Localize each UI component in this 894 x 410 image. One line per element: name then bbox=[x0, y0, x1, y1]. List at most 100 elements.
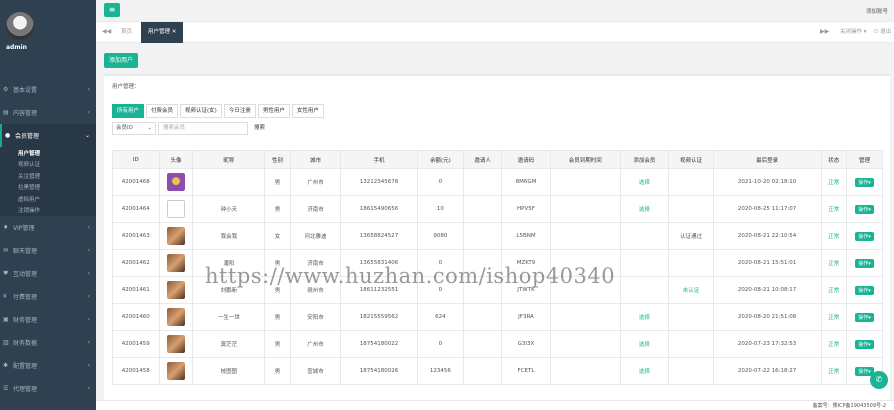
filter-all-users[interactable]: 所有用户 bbox=[112, 104, 145, 118]
cell-last-login: 2020-08-21 10:08:17 bbox=[712, 276, 822, 304]
cell-phone: 18754180026 bbox=[340, 357, 418, 385]
user-avatar[interactable] bbox=[166, 308, 185, 326]
user-avatar[interactable] bbox=[166, 335, 185, 353]
sidebar-item-members[interactable]: ● 会员管理 ⌄ bbox=[0, 124, 96, 147]
sidebar: admin ⚙ 基本设置 ‹ ▤ 内容管理 ‹ ● 会员管理 ⌄ 用户管理 视频认证 关注管… bbox=[0, 0, 96, 410]
sidebar-item-finance[interactable]: ▣ 财务管理 ‹ bbox=[0, 308, 96, 331]
user-avatar[interactable] bbox=[166, 281, 185, 299]
cell-nickname: 钟小天 bbox=[192, 195, 266, 223]
cell-add-member-link[interactable] bbox=[619, 249, 670, 277]
tabs-scroll-left-icon[interactable]: ◀◀ bbox=[102, 28, 111, 35]
submenu-follow[interactable]: 关注管理 bbox=[0, 170, 96, 182]
col-status: 状态 bbox=[820, 150, 847, 169]
cell-avatar bbox=[158, 330, 194, 358]
filter-video-verified[interactable]: 视频认证(女) bbox=[180, 104, 222, 118]
search-field-select[interactable]: 会员ID ⌄ bbox=[112, 122, 156, 135]
row-actions-dropdown[interactable]: 操作▾ bbox=[855, 312, 874, 322]
submenu-user-management[interactable]: 用户管理 bbox=[0, 147, 96, 159]
cell-id: 42001462 bbox=[112, 249, 160, 277]
filter-male-users[interactable]: 男性用户 bbox=[257, 104, 290, 118]
row-actions-dropdown[interactable]: 操作▾ bbox=[855, 339, 874, 349]
sidebar-item-basic-settings[interactable]: ⚙ 基本设置 ‹ bbox=[0, 78, 96, 101]
row-actions-dropdown[interactable]: 操作▾ bbox=[855, 258, 874, 268]
col-add-member: 添加会员 bbox=[619, 150, 670, 169]
cell-video-auth bbox=[668, 303, 714, 331]
top-right-link[interactable]: 添加账号 bbox=[866, 7, 888, 15]
cell-status[interactable]: 正常 bbox=[820, 195, 847, 223]
footer: 备案号：豫ICP备19043509号-2 bbox=[96, 400, 894, 410]
cell-manage: 操作▾ bbox=[845, 249, 884, 277]
cell-status[interactable]: 正常 bbox=[820, 222, 847, 250]
chat-float-button[interactable]: ✆ bbox=[870, 371, 888, 389]
user-avatar[interactable] bbox=[166, 362, 185, 380]
cell-balance: 624 bbox=[416, 303, 465, 331]
search-button[interactable]: 搜索 bbox=[248, 122, 271, 135]
row-actions-dropdown[interactable]: 操作▾ bbox=[855, 204, 874, 214]
row-actions-dropdown[interactable]: 操作▾ bbox=[855, 231, 874, 241]
filter-female-users[interactable]: 女性用户 bbox=[291, 104, 324, 118]
sidebar-item-finance-data[interactable]: ▥ 财务数据 ‹ bbox=[0, 331, 96, 354]
cell-avatar bbox=[158, 222, 194, 250]
cell-nickname: 我会我 bbox=[192, 222, 266, 250]
add-user-button[interactable]: 添加用户 bbox=[104, 53, 139, 68]
config-icon: ✱ bbox=[3, 362, 9, 369]
cell-inviter bbox=[463, 168, 503, 196]
cell-id: 42001468 bbox=[112, 168, 160, 196]
admin-avatar[interactable] bbox=[6, 12, 34, 40]
tab-home[interactable]: 首页 bbox=[114, 22, 139, 43]
close-icon[interactable]: ✕ bbox=[172, 29, 177, 35]
chat-bubble-icon: ✆ bbox=[875, 375, 883, 384]
filter-paid-members[interactable]: 付费会员 bbox=[146, 104, 179, 118]
submenu-cancel[interactable]: 注销操作 bbox=[0, 205, 96, 217]
cell-add-member-link[interactable] bbox=[619, 222, 670, 250]
cell-status[interactable]: 正常 bbox=[820, 249, 847, 277]
cell-invite-code: HPV5F bbox=[501, 195, 551, 223]
cell-inviter bbox=[463, 222, 503, 250]
cell-invite-code: JF3RA bbox=[501, 303, 551, 331]
members-submenu: 用户管理 视频认证 关注管理 拉黑管理 虚拟用户 注销操作 bbox=[0, 147, 96, 216]
sidebar-item-agent[interactable]: ☰ 代理管理 ‹ bbox=[0, 377, 96, 400]
cell-add-member-link[interactable]: 选择 bbox=[619, 357, 670, 385]
submenu-block[interactable]: 拉黑管理 bbox=[0, 182, 96, 194]
sidebar-item-chat[interactable]: ✉ 聊天管理 ‹ bbox=[0, 239, 96, 262]
logout-link[interactable]: ⎋ 退出 bbox=[874, 22, 891, 43]
user-avatar[interactable] bbox=[166, 254, 185, 272]
submenu-video-auth[interactable]: 视频认证 bbox=[0, 159, 96, 171]
user-avatar[interactable] bbox=[166, 173, 185, 191]
cell-add-member-link[interactable]: 选择 bbox=[619, 303, 670, 331]
cell-status[interactable]: 正常 bbox=[820, 303, 847, 331]
cell-status[interactable]: 正常 bbox=[820, 168, 847, 196]
col-id: ID bbox=[112, 150, 160, 169]
close-operations-menu[interactable]: 关闭操作 ▾ bbox=[840, 22, 867, 43]
sidebar-item-interact[interactable]: ♥ 互动管理 ‹ bbox=[0, 262, 96, 285]
row-actions-dropdown[interactable]: 操作▾ bbox=[855, 285, 874, 295]
table-row: 42001464 钟小天男济南市 18615490656 10 HPV5F 选择 2020-… bbox=[112, 195, 884, 223]
cell-invite-code: 8M6GM bbox=[501, 168, 551, 196]
tabs-scroll-right-icon[interactable]: ▶▶ bbox=[820, 28, 829, 35]
cell-id: 42001461 bbox=[112, 276, 160, 304]
cell-add-member-link[interactable]: 选择 bbox=[619, 330, 670, 358]
sidebar-item-config[interactable]: ✱ 配置管理 ‹ bbox=[0, 354, 96, 377]
cell-add-member-link[interactable]: 选择 bbox=[619, 195, 670, 223]
tab-user-management[interactable]: 用户管理 ✕ bbox=[141, 22, 184, 43]
cell-status[interactable]: 正常 bbox=[820, 330, 847, 358]
user-avatar[interactable] bbox=[166, 227, 185, 245]
filter-today-registered[interactable]: 今日注册 bbox=[223, 104, 256, 118]
cell-add-member-link[interactable] bbox=[619, 276, 670, 304]
user-avatar[interactable] bbox=[166, 200, 185, 218]
cell-status[interactable]: 正常 bbox=[820, 357, 847, 385]
col-city: 城市 bbox=[289, 150, 342, 169]
submenu-virtual-user[interactable]: 虚拟用户 bbox=[0, 193, 96, 205]
cell-status[interactable]: 正常 bbox=[820, 276, 847, 304]
sidebar-item-paid[interactable]: ¥ 付费管理 ‹ bbox=[0, 285, 96, 308]
sidebar-item-vip[interactable]: ♦ VIP管理 ‹ bbox=[0, 216, 96, 239]
sidebar-item-content[interactable]: ▤ 内容管理 ‹ bbox=[0, 101, 96, 124]
cell-balance: 9080 bbox=[416, 222, 465, 250]
search-input[interactable]: 搜索会员 bbox=[158, 122, 248, 135]
cell-gender: 男 bbox=[264, 303, 291, 331]
col-manage: 管理 bbox=[845, 150, 884, 169]
cell-add-member-link[interactable]: 选择 bbox=[619, 168, 670, 196]
row-actions-dropdown[interactable]: 操作▾ bbox=[855, 177, 874, 187]
menu-toggle-button[interactable]: ≡ bbox=[104, 3, 120, 17]
cell-nickname: 寞茫茫 bbox=[192, 330, 266, 358]
